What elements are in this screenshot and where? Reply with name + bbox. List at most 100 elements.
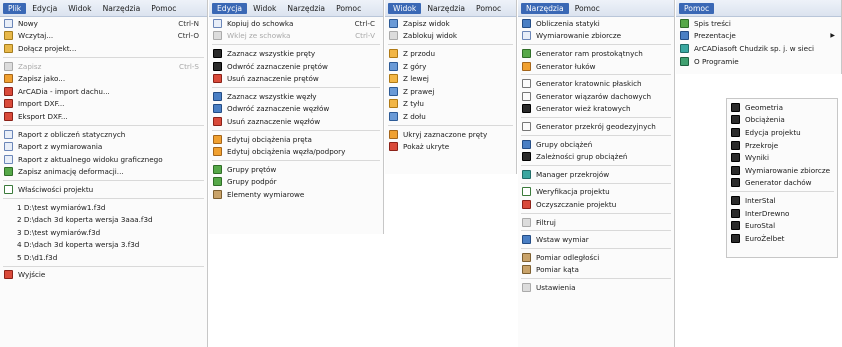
menu-item-z-lewej[interactable]: Z lewej xyxy=(385,72,516,85)
menubar-pomoc[interactable]: Pomoc xyxy=(471,3,506,14)
menu-item-manager-przekrojow[interactable]: Manager przekrojów xyxy=(518,168,674,181)
menu-item-wczytaj[interactable]: Wczytaj... Ctrl-O xyxy=(0,30,207,43)
menu-item-wymiarowanie-zbiorcze[interactable]: Wymiarowanie zbiorcze xyxy=(727,164,837,177)
menu-item-edytuj-obciazenia-wezla-podpory[interactable]: Edytuj obciążenia węzła/podpory xyxy=(209,145,383,158)
menu-item-z-dolu[interactable]: Z dołu xyxy=(385,110,516,123)
menu-item-elementy-wymiarowe[interactable]: Elementy wymiarowe xyxy=(209,188,383,201)
menubar-pomoc[interactable]: Pomoc xyxy=(570,3,605,14)
menu-item-obciazenia[interactable]: Obciążenia xyxy=(727,114,837,127)
menu-item-zapisz: Zapisz Ctrl-S xyxy=(0,60,207,73)
menu-item-ukryj-zaznaczone-prety[interactable]: Ukryj zaznaczone pręty xyxy=(385,128,516,141)
menubar-edycja[interactable]: Edycja xyxy=(212,2,248,14)
menu-panel-narzedzia: Narzędzia Pomoc Obliczenia statyki Wymiaro… xyxy=(518,0,675,347)
menubar-pomoc[interactable]: Pomoc xyxy=(331,3,366,14)
menubar-narzedzia[interactable]: Narzędzia xyxy=(521,2,569,14)
menu-item-3-d-test-wymiarow-f3d[interactable]: 3 D:\test wymiarów.f3d xyxy=(0,226,207,239)
menu-item-zablokuj-widok[interactable]: Zablokuj widok xyxy=(385,30,516,43)
menu-item-5-d-d1-f3d[interactable]: 5 D:\d1.f3d xyxy=(0,251,207,264)
menu-item-grupy-obciazen[interactable]: Grupy obciążeń xyxy=(518,138,674,151)
red-icon xyxy=(4,86,13,96)
menu-item-eksport-dxf[interactable]: Eksport DXF... xyxy=(0,110,207,123)
menu-item-grupy-podpor[interactable]: Grupy podpór xyxy=(209,176,383,189)
menu-item-geometria[interactable]: Geometria xyxy=(727,101,837,114)
menu-item-raport-z-wymiarowania[interactable]: Raport z wymiarowania xyxy=(0,140,207,153)
menubar-narzedzia[interactable]: Narzędzia xyxy=(422,3,470,14)
menu-item-wyniki[interactable]: Wyniki xyxy=(727,151,837,164)
menu-item-z-przodu[interactable]: Z przodu xyxy=(385,47,516,60)
menu-item-nowy[interactable]: Nowy Ctrl-N xyxy=(0,17,207,30)
menu-item-zaznacz-wszystkie-prety[interactable]: Zaznacz wszystkie pręty xyxy=(209,47,383,60)
menu-item-zapisz-widok[interactable]: Zapisz widok xyxy=(385,17,516,30)
menubar-widok[interactable]: Widok xyxy=(388,2,422,14)
menu-item-eurostal[interactable]: EuroStal xyxy=(727,219,837,232)
menu-item-odwroc-zaznaczenie-wezlow[interactable]: Odwróć zaznaczenie węzłów xyxy=(209,103,383,116)
menu-item-prezentacje[interactable]: Prezentacje ▶ xyxy=(676,30,841,43)
menubar-widok[interactable]: Widok xyxy=(63,3,96,14)
menu-item-label: Generator kratownic płaskich xyxy=(536,79,642,89)
menu-item-weryfikacja-projektu[interactable]: Weryfikacja projektu xyxy=(518,186,674,199)
menu-item-zapisz-jako[interactable]: Zapisz jako... xyxy=(0,72,207,85)
menubar-narzedzia[interactable]: Narzędzia xyxy=(98,3,146,14)
menu-item-arcadiasoft-chudzik-sp-j-w-sieci[interactable]: ArCADiasoft Chudzik sp. j. w sieci xyxy=(676,42,841,55)
menu-item-filtruj[interactable]: Filtruj xyxy=(518,216,674,229)
menu-item-edytuj-obciazenia-preta[interactable]: Edytuj obciążenia pręta xyxy=(209,133,383,146)
menu-item-odwroc-zaznaczenie-pretow[interactable]: Odwróć zaznaczenie prętów xyxy=(209,60,383,73)
menu-item-obliczenia-statyki[interactable]: Obliczenia statyki xyxy=(518,17,674,30)
menu-item-4-d-dach-3d-koperta-wersja-3-f3d[interactable]: 4 D:\dach 3d koperta wersja 3.f3d xyxy=(0,239,207,252)
menu-item-zaznacz-wszystkie-wezly[interactable]: Zaznacz wszystkie węzły xyxy=(209,90,383,103)
menu-item-raport-z-aktualnego-widoku-graficznego[interactable]: Raport z aktualnego widoku graficznego xyxy=(0,153,207,166)
menu-item-kopiuj-do-schowka[interactable]: Kopiuj do schowka Ctrl-C xyxy=(209,17,383,30)
menu-item-usun-zaznaczenie-wezlow[interactable]: Usuń zaznaczenie węzłów xyxy=(209,115,383,128)
menu-item-eurozelbet[interactable]: EuroŻelbet xyxy=(727,232,837,245)
menu-item-label: Generator wież kratowych xyxy=(536,104,631,114)
menu-item-arcadia-import-dachu[interactable]: ArCADia - import dachu... xyxy=(0,85,207,98)
blue-icon xyxy=(213,91,222,101)
menu-item-raport-z-obliczen-statycznych[interactable]: Raport z obliczeń statycznych xyxy=(0,128,207,141)
menu-item-ustawienia[interactable]: Ustawienia xyxy=(518,281,674,294)
menu-item-wyjscie[interactable]: Wyjście xyxy=(0,269,207,282)
menu-item-pomiar-odleglosci[interactable]: Pomiar odległości xyxy=(518,251,674,264)
menubar-widok[interactable]: Widok xyxy=(248,3,281,14)
menu-item-pokaz-ukryte[interactable]: Pokaż ukryte xyxy=(385,140,516,153)
menu-item-dolacz-projekt[interactable]: Dołącz projekt... xyxy=(0,42,207,55)
doc-icon xyxy=(213,18,222,28)
menu-item-wymiarowanie-zbiorcze[interactable]: Wymiarowanie zbiorcze xyxy=(518,30,674,43)
menubar-narzedzia[interactable]: Narzędzia xyxy=(282,3,330,14)
menu-item-wstaw-wymiar[interactable]: Wstaw wymiar xyxy=(518,233,674,246)
checks-icon xyxy=(522,187,531,197)
menu-item-pomiar-kata[interactable]: Pomiar kąta xyxy=(518,264,674,277)
menu-item-edycja-projektu[interactable]: Edycja projektu xyxy=(727,126,837,139)
menu-item-z-gory[interactable]: Z góry xyxy=(385,60,516,73)
menubar-pomoc[interactable]: Pomoc xyxy=(679,2,715,14)
menu-item-grupy-pretow[interactable]: Grupy prętów xyxy=(209,163,383,176)
menu-item-1-d-test-wymiarow1-f3d[interactable]: 1 D:\test wymiarów1.f3d xyxy=(0,201,207,214)
menu-item-generator-ram-prostokatnych[interactable]: Generator ram prostokątnych xyxy=(518,47,674,60)
doc-icon xyxy=(4,142,13,152)
menu-item-generator-kratownic-plaskich[interactable]: Generator kratownic płaskich xyxy=(518,77,674,90)
menu-item-interdrewno[interactable]: InterDrewno xyxy=(727,207,837,220)
grey-icon xyxy=(4,61,13,71)
menu-item-zaleznosci-grup-obciazen[interactable]: Zależności grup obciążeń xyxy=(518,150,674,163)
menubar-plik[interactable]: Plik xyxy=(3,2,27,14)
menu-item-label: Filtruj xyxy=(536,217,556,227)
ruler-icon xyxy=(522,265,531,275)
menu-item-generator-wiez-kratowych[interactable]: Generator wież kratowych xyxy=(518,103,674,116)
menu-item-interstal[interactable]: InterStal xyxy=(727,194,837,207)
menu-item-z-tylu[interactable]: Z tyłu xyxy=(385,98,516,111)
menubar-pomoc[interactable]: Pomoc xyxy=(146,3,181,14)
menu-item-z-prawej[interactable]: Z prawej xyxy=(385,85,516,98)
menu-item-usun-zaznaczenie-pretow[interactable]: Usuń zaznaczenie prętów xyxy=(209,72,383,85)
menu-item-generator-lukow[interactable]: Generator łuków xyxy=(518,60,674,73)
menu-item-zapisz-animacje-deformacji[interactable]: Zapisz animację deformacji... xyxy=(0,166,207,179)
menu-item-spis-tresci[interactable]: Spis treści xyxy=(676,17,841,30)
menu-item-generator-przekroj-geodezyjnych[interactable]: Generator przekrój geodezyjnych xyxy=(518,120,674,133)
menubar-edycja[interactable]: Edycja xyxy=(27,3,62,14)
menu-item-o-programie[interactable]: O Programie xyxy=(676,55,841,68)
menu-item-import-dxf[interactable]: Import DXF... xyxy=(0,98,207,111)
menu-item-generator-wiazarow-dachowych[interactable]: Generator wiązarów dachowych xyxy=(518,90,674,103)
menu-item-wlasciwosci-projektu[interactable]: Właściwości projektu xyxy=(0,183,207,196)
menu-item-oczyszczanie-projektu[interactable]: Oczyszczanie projektu xyxy=(518,198,674,211)
menu-item-generator-dachow[interactable]: Generator dachów xyxy=(727,177,837,190)
menu-item-2-d-dach-3d-koperta-wersja-3aaa-f3d[interactable]: 2 D:\dach 3d koperta wersja 3aaa.f3d xyxy=(0,213,207,226)
menu-item-przekroje[interactable]: Przekroje xyxy=(727,139,837,152)
